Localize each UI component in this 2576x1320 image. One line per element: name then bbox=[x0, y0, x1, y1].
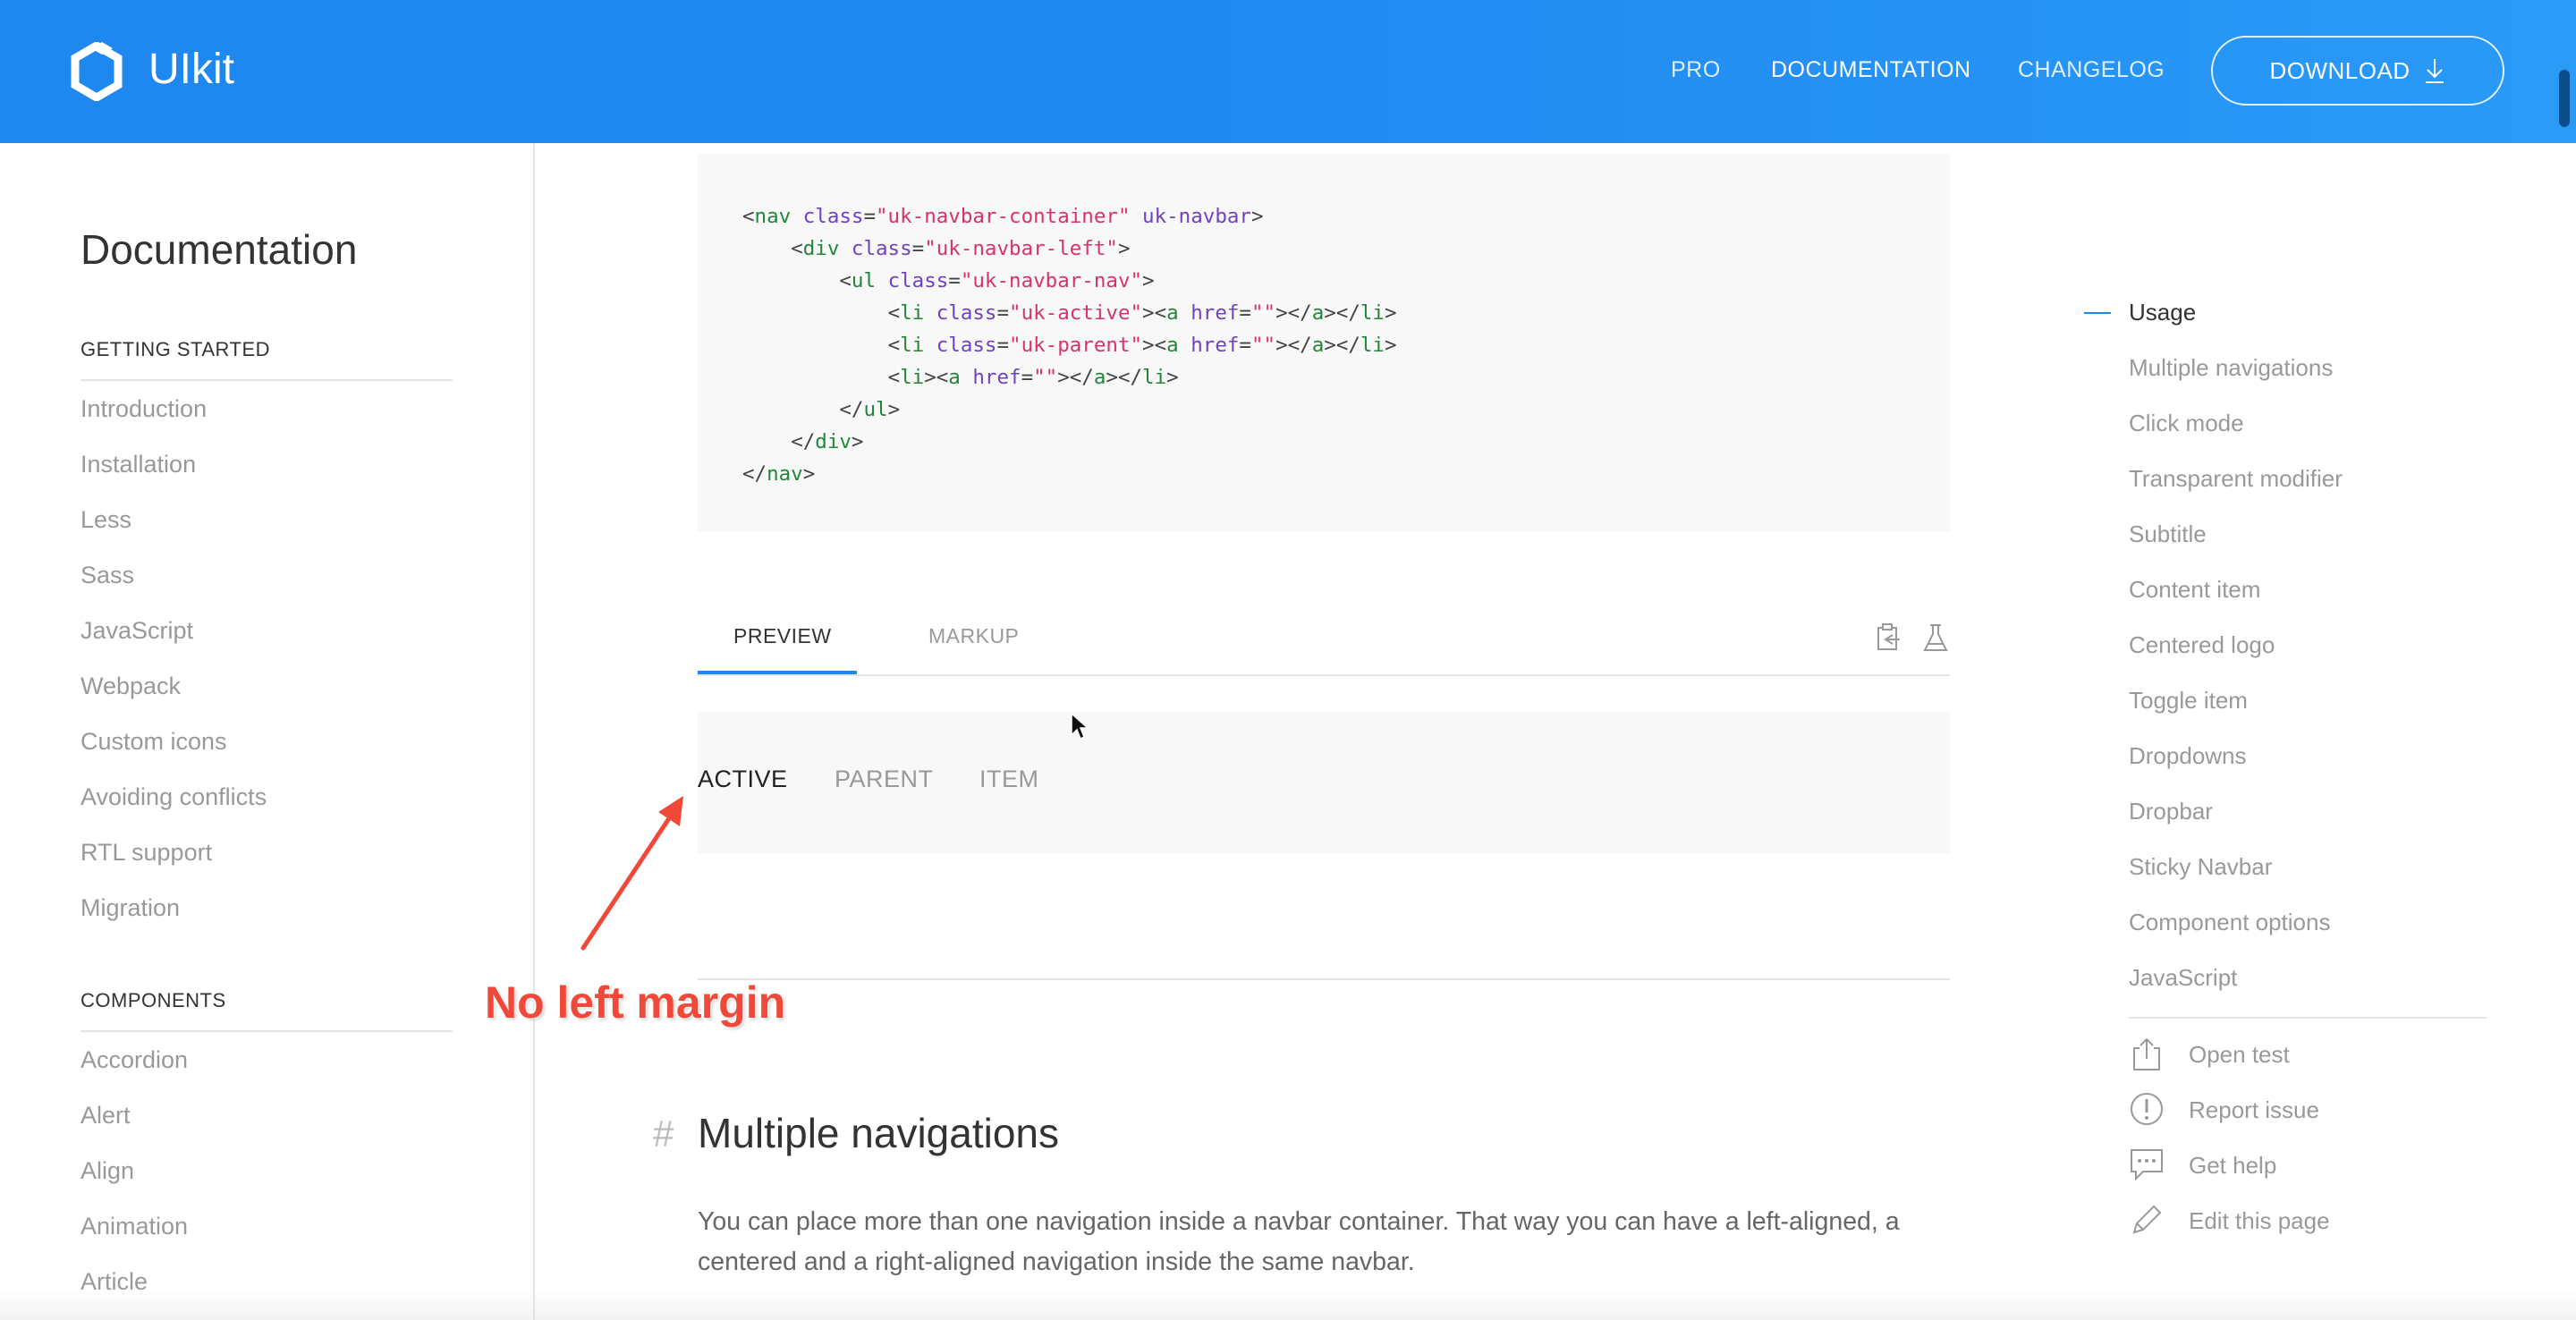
sidebar-item-avoiding-conflicts[interactable]: Avoiding conflicts bbox=[80, 783, 267, 811]
section-paragraph: You can place more than one navigation i… bbox=[698, 1207, 1900, 1276]
tool-edit-page[interactable]: Edit this page bbox=[2189, 1207, 2330, 1235]
code-line: </nav> bbox=[742, 462, 816, 486]
code-line: <li><a href=""></a></li> bbox=[887, 366, 1179, 389]
code-line: <li class="uk-active"><a href=""></a></l… bbox=[887, 301, 1397, 325]
sidebar-item-migration[interactable]: Migration bbox=[80, 894, 180, 922]
code-line: </div> bbox=[791, 430, 864, 453]
sidebar-item-animation[interactable]: Animation bbox=[80, 1213, 188, 1240]
sidebar-item-installation[interactable]: Installation bbox=[80, 451, 196, 478]
sidebar-item-introduction[interactable]: Introduction bbox=[80, 395, 207, 423]
mouse-cursor-icon bbox=[1071, 712, 1089, 740]
code-line: <nav class="uk-navbar-container" uk-navb… bbox=[742, 205, 1264, 228]
sidebar-item-javascript[interactable]: JavaScript bbox=[80, 617, 193, 645]
bottom-shadow bbox=[0, 1288, 2576, 1320]
tab-markup[interactable]: MARKUP bbox=[928, 624, 1019, 648]
nav-documentation[interactable]: DOCUMENTATION bbox=[1771, 57, 1971, 83]
code-line: <ul class="uk-navbar-nav"> bbox=[839, 269, 1155, 292]
toc-item-content-item[interactable]: Content item bbox=[2129, 576, 2260, 604]
tool-open-test[interactable]: Open test bbox=[2189, 1041, 2290, 1069]
docs-sidebar: Documentation GETTING STARTED Introducti… bbox=[0, 143, 535, 1320]
sidebar-item-alert[interactable]: Alert bbox=[80, 1102, 131, 1130]
tab-preview[interactable]: PREVIEW bbox=[733, 624, 832, 648]
active-tab-indicator bbox=[698, 671, 857, 674]
navbar-preview: ACTIVE PARENT ITEM bbox=[698, 712, 1950, 853]
sidebar-item-align[interactable]: Align bbox=[80, 1157, 134, 1185]
toc-item-sticky-navbar[interactable]: Sticky Navbar bbox=[2129, 853, 2272, 881]
code-line: </ul> bbox=[839, 398, 901, 421]
warning-icon[interactable] bbox=[2129, 1091, 2165, 1127]
tool-get-help[interactable]: Get help bbox=[2189, 1152, 2276, 1180]
sidebar-item-sass[interactable]: Sass bbox=[80, 562, 134, 589]
toc-item-click-mode[interactable]: Click mode bbox=[2129, 410, 2244, 437]
preview-nav-parent[interactable]: PARENT bbox=[835, 766, 934, 793]
toc-item-subtitle[interactable]: Subtitle bbox=[2129, 520, 2207, 548]
toc-item-centered-logo[interactable]: Centered logo bbox=[2129, 631, 2275, 659]
preview-nav-item[interactable]: ITEM bbox=[979, 766, 1039, 793]
share-icon[interactable] bbox=[2129, 1036, 2165, 1071]
toc-item-dropbar[interactable]: Dropbar bbox=[2129, 798, 2213, 825]
sidebar-item-custom-icons[interactable]: Custom icons bbox=[80, 728, 227, 756]
flask-icon[interactable] bbox=[1921, 622, 1950, 653]
sidebar-item-less[interactable]: Less bbox=[80, 506, 131, 534]
toc-item-multiple-navigations[interactable]: Multiple navigations bbox=[2129, 354, 2333, 382]
toc-active-indicator bbox=[2084, 312, 2111, 314]
uikit-logo-icon[interactable] bbox=[70, 42, 123, 101]
page-scrollbar-thumb[interactable] bbox=[2559, 70, 2570, 127]
code-line: <div class="uk-navbar-left"> bbox=[791, 237, 1131, 260]
download-icon bbox=[2425, 59, 2444, 83]
section-divider bbox=[698, 978, 1950, 980]
preview-nav-active[interactable]: ACTIVE bbox=[698, 766, 788, 793]
example-tabs: PREVIEW MARKUP bbox=[698, 599, 1950, 676]
code-line: <li class="uk-parent"><a href=""></a></l… bbox=[887, 334, 1397, 357]
sidebar-heading-getting-started: GETTING STARTED bbox=[80, 338, 453, 381]
toc-divider bbox=[2129, 1017, 2487, 1019]
toc-item-javascript[interactable]: JavaScript bbox=[2129, 964, 2237, 992]
top-navbar: UIkit PRO DOCUMENTATION CHANGELOG DOWNLO… bbox=[0, 0, 2576, 143]
sidebar-item-webpack[interactable]: Webpack bbox=[80, 673, 181, 700]
toc-item-dropdowns[interactable]: Dropdowns bbox=[2129, 742, 2247, 770]
section-anchor-icon[interactable]: # bbox=[653, 1113, 674, 1155]
download-button[interactable]: DOWNLOAD bbox=[2211, 36, 2504, 106]
sidebar-item-accordion[interactable]: Accordion bbox=[80, 1046, 188, 1074]
section-title: Multiple navigations bbox=[698, 1110, 1060, 1156]
code-listing[interactable]: <nav class="uk-navbar-container" uk-navb… bbox=[742, 200, 1397, 490]
tool-report-issue[interactable]: Report issue bbox=[2189, 1096, 2319, 1124]
brand-name[interactable]: UIkit bbox=[148, 45, 234, 94]
toc-item-component-options[interactable]: Component options bbox=[2129, 909, 2330, 936]
nav-pro[interactable]: PRO bbox=[1671, 57, 1721, 83]
nav-changelog[interactable]: CHANGELOG bbox=[2018, 57, 2165, 83]
sidebar-heading-components: COMPONENTS bbox=[80, 989, 453, 1032]
code-block: <nav class="uk-navbar-container" uk-navb… bbox=[698, 154, 1950, 531]
sidebar-item-rtl-support[interactable]: RTL support bbox=[80, 839, 212, 867]
download-label: DOWNLOAD bbox=[2269, 56, 2411, 84]
annotation-label: No left margin bbox=[485, 977, 786, 1028]
comments-icon[interactable] bbox=[2129, 1147, 2165, 1182]
sidebar-title: Documentation bbox=[80, 226, 358, 273]
toc-item-toggle-item[interactable]: Toggle item bbox=[2129, 687, 2248, 715]
pencil-icon[interactable] bbox=[2129, 1202, 2165, 1238]
annotation-arrow-icon bbox=[580, 796, 683, 951]
toc-item-usage[interactable]: Usage bbox=[2129, 299, 2196, 326]
toc-item-transparent-modifier[interactable]: Transparent modifier bbox=[2129, 465, 2343, 493]
copy-icon[interactable] bbox=[1873, 622, 1902, 653]
